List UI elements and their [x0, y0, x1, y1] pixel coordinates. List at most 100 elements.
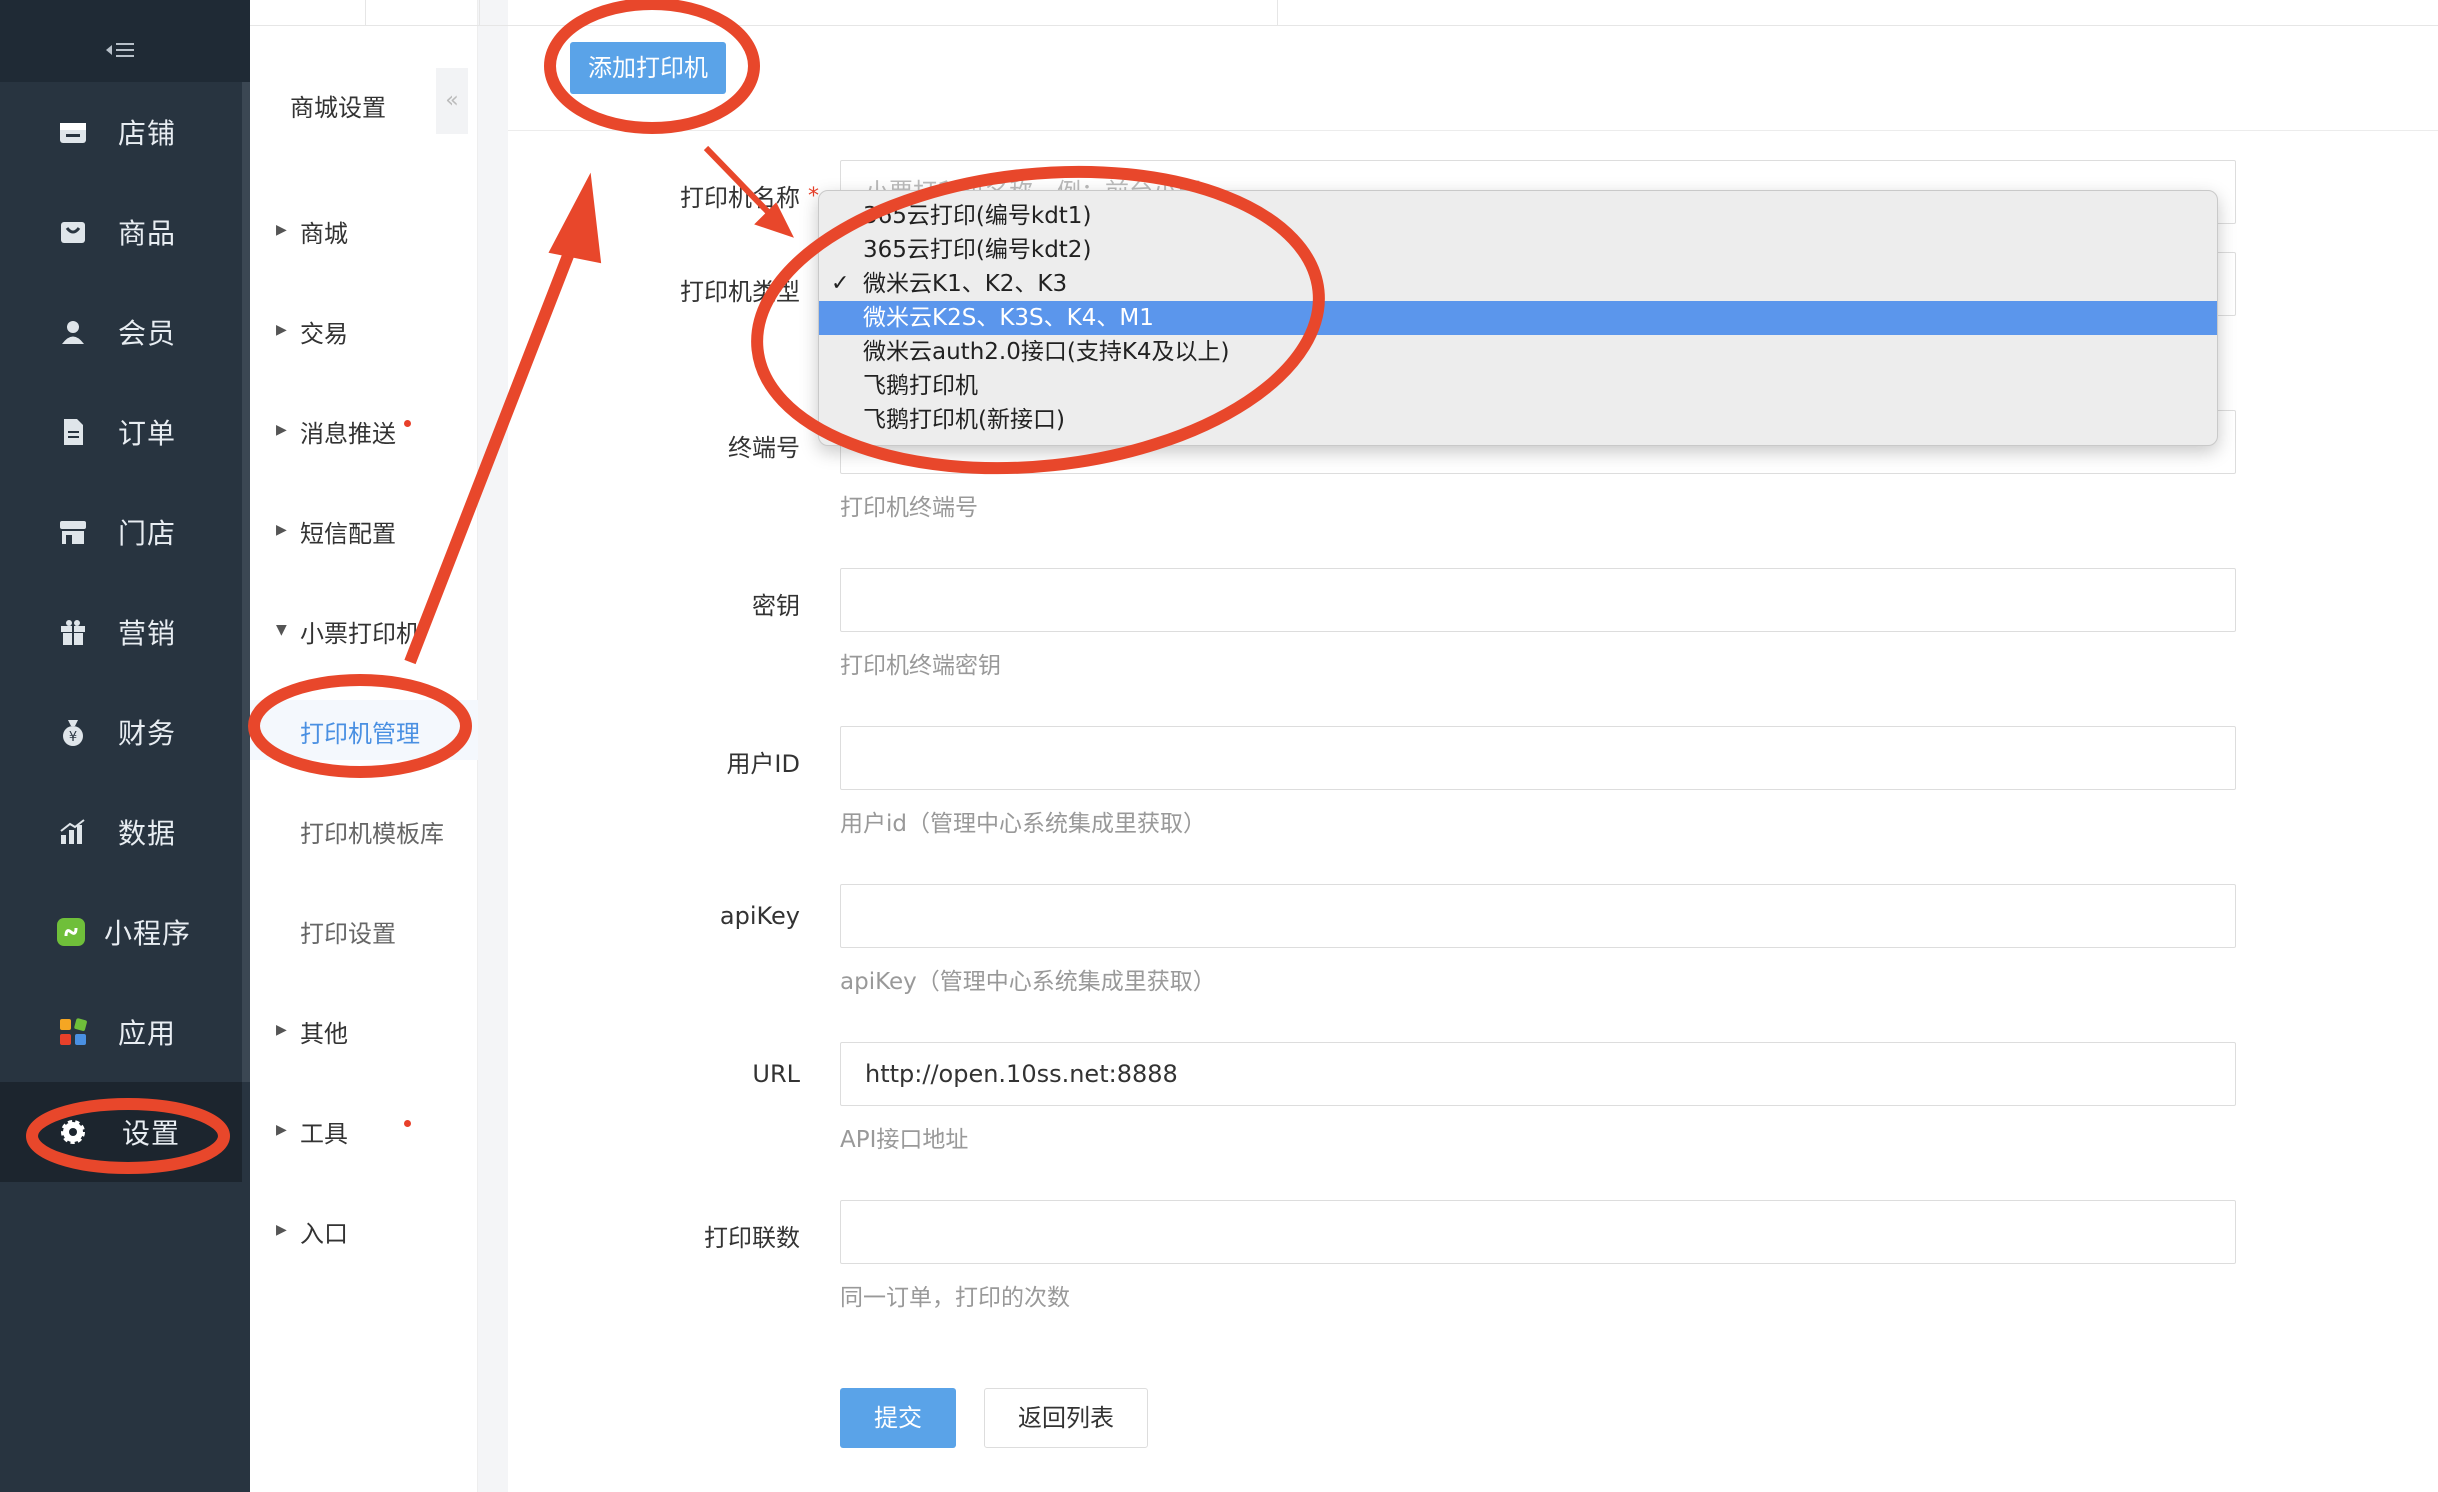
option-label: 微米云K1、K2、K3	[863, 271, 1068, 297]
shop-front-icon	[58, 517, 88, 547]
mini-program-icon	[56, 917, 86, 947]
option-label: 飞鹅打印机(新接口)	[863, 407, 1065, 433]
printer-type-dropdown[interactable]: 365云打印(编号kdt1) 365云打印(编号kdt2) ✓ 微米云K1、K2、…	[818, 190, 2218, 446]
apikey-hint: apiKey（管理中心系统集成里获取）	[840, 969, 1216, 995]
submit-button[interactable]: 提交	[840, 1388, 956, 1448]
sidebar-item-member[interactable]: 会员	[0, 282, 242, 382]
caret-right-icon: ▶	[276, 1222, 287, 1238]
top-tab[interactable]	[250, 0, 366, 26]
sidebar-collapse-bar[interactable]	[0, 0, 250, 82]
copies-input[interactable]	[840, 1200, 2236, 1264]
submenu-item-label: 其他	[300, 1020, 348, 1048]
store-icon	[58, 117, 88, 147]
submenu-item-label: 打印机模板库	[300, 820, 444, 848]
submenu-title: 商城设置	[290, 94, 386, 122]
sidebar-item-apps[interactable]: 应用	[0, 982, 242, 1082]
gift-icon	[58, 617, 88, 647]
option-label: 365云打印(编号kdt1)	[863, 203, 1092, 229]
main-sidebar: 店铺 商品 会员 订单 门店 营销 ¥ 财务 数据 小程序 应用 设置	[0, 0, 250, 1492]
url-input[interactable]: http://open.10ss.net:8888	[840, 1042, 2236, 1106]
submenu-item-sms[interactable]: ▶ 短信配置	[250, 500, 478, 560]
userid-input[interactable]	[840, 726, 2236, 790]
sidebar-item-label: 财务	[118, 717, 177, 750]
submenu-item-other[interactable]: ▶ 其他	[250, 1000, 478, 1060]
top-tab[interactable]	[366, 0, 480, 26]
userid-hint: 用户id（管理中心系统集成里获取）	[840, 811, 1206, 837]
money-bag-icon: ¥	[58, 717, 88, 747]
submenu-item-entry[interactable]: ▶ 入口	[250, 1200, 478, 1260]
dropdown-option[interactable]: 365云打印(编号kdt2)	[819, 233, 2217, 267]
submenu-item-label: 工具	[300, 1120, 348, 1148]
caret-right-icon: ▶	[276, 522, 287, 538]
apps-grid-icon	[58, 1017, 88, 1047]
sidebar-item-marketing[interactable]: 营销	[0, 582, 242, 682]
apikey-input[interactable]	[840, 884, 2236, 948]
sidebar-item-label: 订单	[118, 417, 177, 450]
sidebar-item-finance[interactable]: ¥ 财务	[0, 682, 242, 782]
sidebar-item-label: 设置	[122, 1117, 181, 1150]
caret-down-icon: ▼	[276, 622, 287, 638]
url-label: URL	[752, 1060, 800, 1088]
copies-hint: 同一订单，打印的次数	[840, 1285, 1070, 1311]
submenu-item-printer-manage[interactable]: 打印机管理	[250, 700, 478, 760]
submenu-item-label: 短信配置	[300, 520, 396, 548]
sidebar-scrollbar[interactable]	[242, 82, 250, 1082]
user-icon	[58, 317, 88, 347]
submenu-item-tools[interactable]: ▶ 工具	[250, 1100, 478, 1160]
printer-type-label: 打印机类型	[680, 278, 800, 306]
sidebar-item-shop[interactable]: 门店	[0, 482, 242, 582]
secret-hint: 打印机终端密钥	[840, 653, 1001, 679]
document-icon	[58, 417, 88, 447]
notification-dot	[404, 420, 411, 427]
apikey-label: apiKey	[719, 902, 800, 930]
caret-right-icon: ▶	[276, 422, 287, 438]
notification-dot	[404, 1120, 411, 1127]
submenu-item-printer[interactable]: ▼ 小票打印机	[250, 600, 478, 660]
caret-right-icon: ▶	[276, 222, 287, 238]
submenu-item-label: 打印设置	[300, 920, 396, 948]
double-chevron-left-icon[interactable]: «	[436, 68, 468, 134]
sidebar-item-data[interactable]: 数据	[0, 782, 242, 882]
caret-right-icon: ▶	[276, 1122, 287, 1138]
terminal-label: 终端号	[728, 434, 800, 462]
submenu-item-trade[interactable]: ▶ 交易	[250, 300, 478, 360]
sidebar-item-store[interactable]: 店铺	[0, 82, 242, 182]
back-to-list-button[interactable]: 返回列表	[984, 1388, 1148, 1448]
sidebar-item-label: 数据	[118, 817, 177, 850]
option-label: 微米云auth2.0接口(支持K4及以上)	[863, 339, 1230, 365]
submenu-item-label: 商城	[300, 220, 348, 248]
submenu-item-print-settings[interactable]: 打印设置	[250, 900, 478, 960]
add-printer-button[interactable]: 添加打印机	[570, 42, 726, 94]
caret-right-icon: ▶	[276, 1022, 287, 1038]
sidebar-item-label: 应用	[118, 1017, 177, 1050]
dropdown-option[interactable]: 飞鹅打印机(新接口)	[819, 403, 2217, 437]
dropdown-option[interactable]: 飞鹅打印机	[819, 369, 2217, 403]
sidebar-item-label: 会员	[118, 317, 177, 350]
dropdown-option-checked[interactable]: ✓ 微米云K1、K2、K3	[819, 267, 2217, 301]
svg-text:¥: ¥	[69, 730, 77, 745]
sidebar-item-miniprogram[interactable]: 小程序	[0, 882, 242, 982]
dropdown-option[interactable]: 365云打印(编号kdt1)	[819, 199, 2217, 233]
top-tab-bar	[250, 0, 2438, 26]
divider	[508, 130, 2438, 131]
submenu-item-mall[interactable]: ▶ 商城	[250, 200, 478, 260]
menu-collapse-icon[interactable]	[104, 40, 136, 60]
sidebar-item-order[interactable]: 订单	[0, 382, 242, 482]
copies-label: 打印联数	[704, 1224, 800, 1252]
sidebar-item-goods[interactable]: 商品	[0, 182, 242, 282]
submenu-item-template-lib[interactable]: 打印机模板库	[250, 800, 478, 860]
sidebar-item-label: 营销	[118, 617, 177, 650]
top-tab[interactable]	[480, 0, 1278, 26]
option-label: 微米云K2S、K3S、K4、M1	[863, 305, 1154, 331]
sidebar-item-settings[interactable]: 设置	[0, 1082, 242, 1182]
checkmark-icon: ✓	[831, 271, 850, 296]
url-hint: API接口地址	[840, 1127, 969, 1153]
userid-label: 用户ID	[726, 750, 800, 778]
secret-input[interactable]	[840, 568, 2236, 632]
sidebar-item-label: 小程序	[104, 917, 192, 950]
shopping-bag-icon	[58, 217, 88, 247]
dropdown-option-highlighted[interactable]: 微米云K2S、K3S、K4、M1	[819, 301, 2217, 335]
submenu-item-message[interactable]: ▶ 消息推送	[250, 400, 478, 460]
dropdown-option[interactable]: 微米云auth2.0接口(支持K4及以上)	[819, 335, 2217, 369]
option-label: 飞鹅打印机	[863, 373, 978, 399]
